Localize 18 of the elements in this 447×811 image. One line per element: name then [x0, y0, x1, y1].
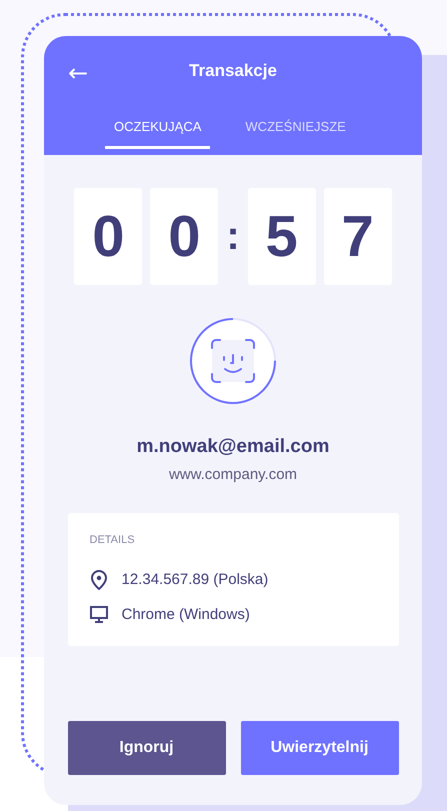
detail-text: 12.34.567.89 (Polska): [122, 571, 268, 588]
location-pin-icon: [90, 570, 108, 590]
back-button[interactable]: ←: [66, 58, 90, 88]
screen-title: Transakcje: [189, 61, 277, 81]
timer-digit: 5: [248, 188, 316, 285]
detail-text: Chrome (Windows): [122, 606, 250, 623]
tab[interactable]: WCZEŚNIEJSZE: [236, 106, 355, 149]
details-heading: DETAILS: [90, 534, 136, 546]
authenticate-button[interactable]: Uwierzytelnij: [240, 721, 398, 775]
time-separator: :: [226, 214, 240, 259]
account-email: m.nowak@email.com: [136, 436, 330, 458]
timer-digit: 0: [150, 188, 218, 285]
tab[interactable]: OCZEKUJĄCA: [105, 106, 210, 149]
website-url: www.company.com: [168, 466, 298, 483]
timer-digit: 0: [74, 188, 142, 285]
ignore-button[interactable]: Ignoruj: [68, 721, 226, 775]
timer-digit: 7: [324, 188, 392, 285]
monitor-icon: [90, 606, 108, 624]
